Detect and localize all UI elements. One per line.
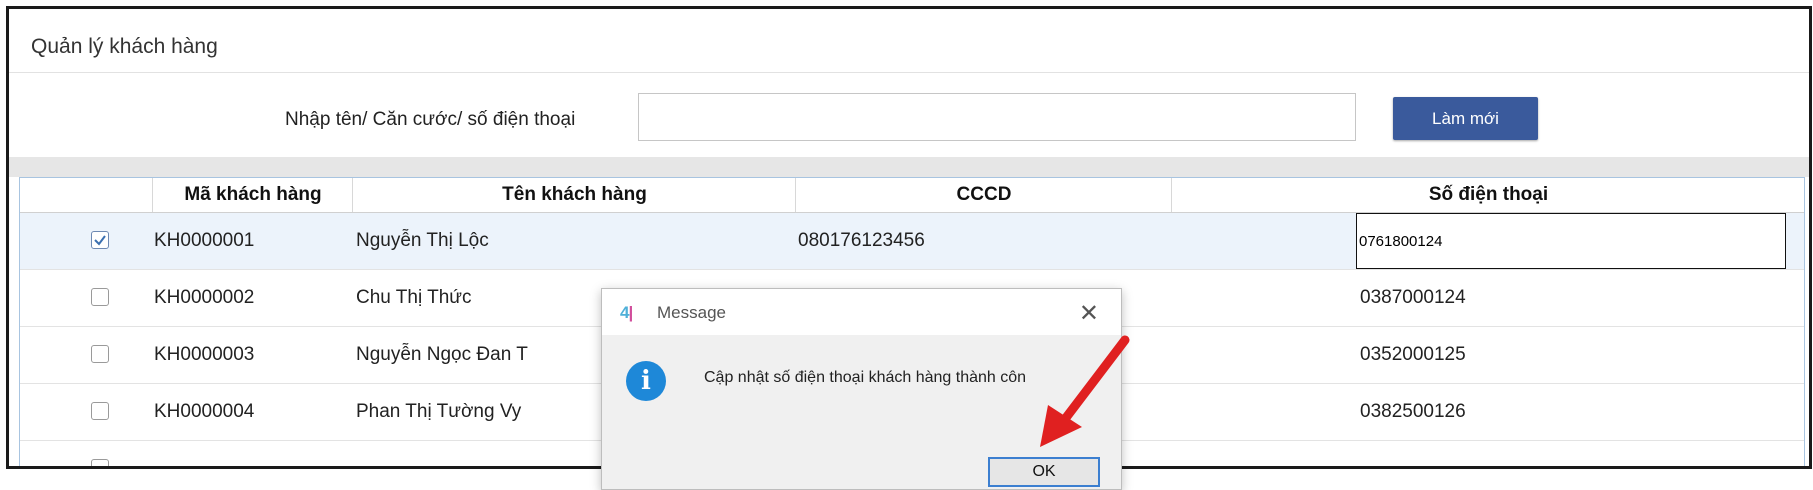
cell-phone: 0387000124 [1360,287,1466,308]
cell-customer-id: KH0000003 [154,344,255,365]
cell-phone: 0352000125 [1360,344,1466,365]
divider [9,157,1809,177]
dialog-titlebar: 4| Message ✕ [602,289,1121,335]
cell-customer-id: KH0000004 [154,401,255,422]
row-checkbox[interactable] [91,231,109,249]
annotation-arrow-icon [1040,335,1130,447]
cell-customer-name: Chu Thị Thức [356,287,472,308]
row-checkbox[interactable] [91,345,109,363]
dialog-title: Message [657,303,726,322]
header-customer-id[interactable]: Mã khách hàng [152,178,353,212]
ok-button[interactable]: OK [988,457,1100,487]
cell-phone: 0382500126 [1360,401,1466,422]
search-input[interactable] [638,93,1356,141]
divider [9,72,1809,73]
header-cccd[interactable]: CCCD [795,178,1172,212]
row-checkbox[interactable] [91,402,109,420]
page-title: Quản lý khách hàng [31,35,218,58]
cell-cccd: 080176123456 [798,230,925,251]
cell-customer-name: Phan Thị Tường Vy [356,401,522,422]
search-label: Nhập tên/ Căn cước/ số điện thoại [285,109,576,130]
cell-customer-id: KH0000002 [154,287,255,308]
checkmark-icon [94,235,106,246]
header-phone[interactable]: Số điện thoại [1171,178,1804,212]
cell-customer-name: Nguyễn Thị Lộc [356,230,489,251]
table-row[interactable]: KH0000001 Nguyễn Thị Lộc 080176123456 07… [20,213,1804,270]
header-customer-name[interactable]: Tên khách hàng [352,178,796,212]
header-select [20,178,152,212]
dialog-message: Cập nhật số điện thoại khách hàng thành … [704,369,1027,386]
table-header: Mã khách hàng Tên khách hàng CCCD Số điệ… [20,178,1804,213]
close-icon[interactable]: ✕ [1079,299,1099,328]
cell-customer-id: KH0000001 [154,230,255,251]
row-checkbox[interactable] [91,288,109,306]
refresh-button[interactable]: Làm mới [1393,97,1538,140]
row-checkbox[interactable] [91,459,109,466]
phone-edit-field[interactable]: 0761800124 [1356,213,1786,269]
app-logo-icon: 4| [620,303,633,322]
cell-customer-name: Nguyễn Ngọc Đan T [356,344,528,365]
info-icon: i [626,361,666,401]
